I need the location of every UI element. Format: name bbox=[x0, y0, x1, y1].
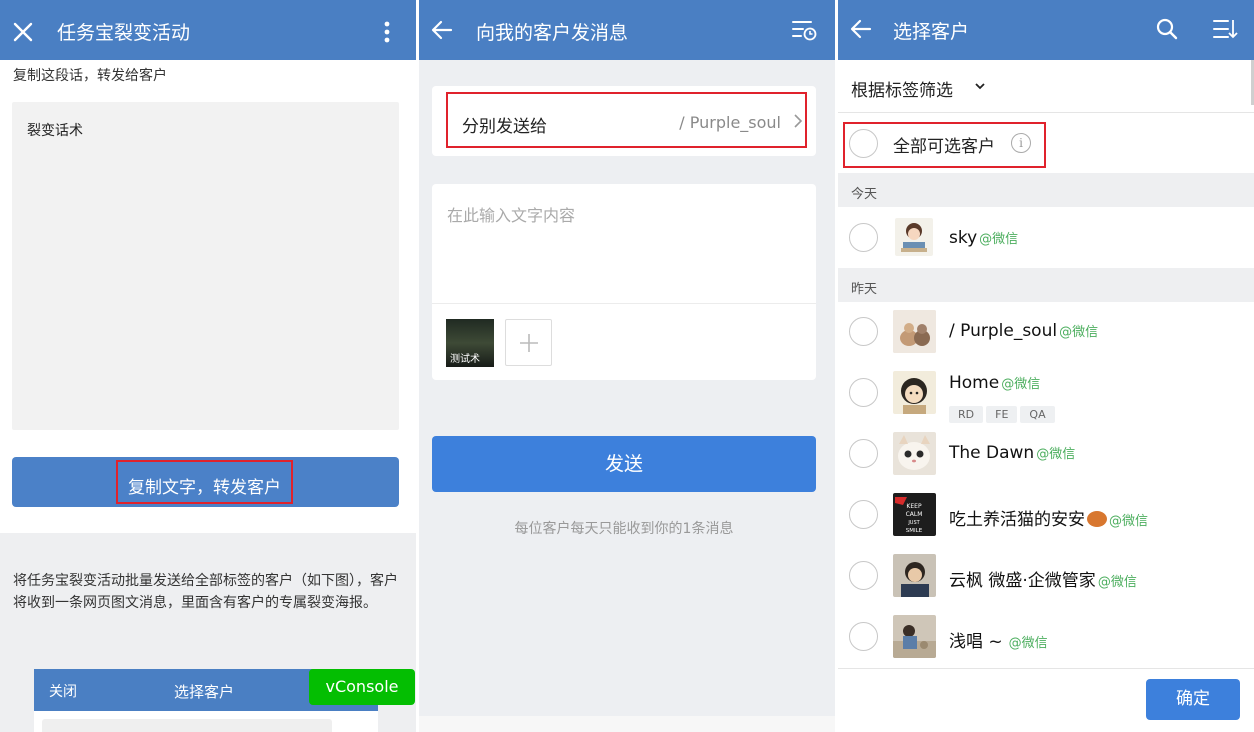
customer-checkbox[interactable] bbox=[849, 500, 878, 529]
svg-text:JUST: JUST bbox=[907, 520, 920, 526]
wechat-label: @微信 bbox=[979, 232, 1019, 247]
chevron-down-icon bbox=[975, 83, 985, 90]
customer-checkbox[interactable] bbox=[849, 223, 878, 252]
chevron-right-icon bbox=[794, 114, 803, 128]
footer-bar: 确定 bbox=[838, 668, 1254, 732]
tag-filter-label: 根据标签筛选 bbox=[851, 81, 953, 101]
schedule-list-icon[interactable] bbox=[791, 19, 817, 41]
avatar bbox=[893, 432, 936, 475]
page-title: 任务宝裂变活动 bbox=[57, 22, 191, 44]
tag: RD bbox=[949, 406, 984, 423]
svg-text:KEEP: KEEP bbox=[906, 503, 922, 510]
send-message-panel: 向我的客户发消息 分别发送给 / Purple_soul 在此输入文字内容 测试… bbox=[419, 0, 835, 732]
thumbnail-caption: 测试术 bbox=[450, 354, 480, 365]
customer-row[interactable]: KEEP CALM JUST SMILE 吃土养活猫的安安 @微信 bbox=[838, 485, 1254, 546]
wechat-label: @微信 bbox=[1001, 377, 1041, 392]
tag-filter[interactable]: 根据标签筛选 bbox=[838, 60, 1254, 113]
customer-name: The Dawn @微信 bbox=[949, 443, 1076, 463]
select-all-checkbox[interactable] bbox=[849, 129, 878, 158]
customer-checkbox[interactable] bbox=[849, 561, 878, 590]
info-icon[interactable]: i bbox=[1011, 133, 1031, 153]
customer-row[interactable]: 云枫 微盛·企微管家 @微信 bbox=[838, 546, 1254, 607]
customer-name: Home @微信 bbox=[949, 373, 1041, 393]
customer-checkbox[interactable] bbox=[849, 378, 878, 407]
customer-tags: RD FE QA bbox=[949, 403, 1058, 423]
recipient-value: / Purple_soul bbox=[679, 113, 781, 132]
avatar bbox=[895, 218, 933, 256]
tag: FE bbox=[986, 406, 1018, 423]
recipient-label: 分别发送给 bbox=[462, 117, 547, 137]
customer-row[interactable]: 浅唱 ~ @微信 bbox=[838, 607, 1254, 668]
bottom-strip bbox=[419, 716, 835, 732]
header-bar: 任务宝裂变活动 bbox=[0, 0, 416, 60]
section-label: 今天 bbox=[851, 187, 878, 202]
svg-text:SMILE: SMILE bbox=[906, 528, 923, 534]
send-button[interactable]: 发送 bbox=[432, 436, 816, 492]
copy-forward-label: 复制文字，转发客户 bbox=[128, 478, 281, 498]
section-label: 昨天 bbox=[851, 282, 878, 297]
divider bbox=[432, 303, 816, 304]
copy-hint: 复制这段话，转发给客户 bbox=[13, 68, 167, 84]
customer-name: sky @微信 bbox=[949, 228, 1019, 248]
wechat-label: @微信 bbox=[1059, 325, 1099, 340]
customer-row[interactable]: The Dawn @微信 bbox=[838, 424, 1254, 485]
wechat-label: @微信 bbox=[1008, 636, 1048, 651]
customer-checkbox[interactable] bbox=[849, 439, 878, 468]
header-bar: 向我的客户发消息 bbox=[419, 0, 835, 60]
customer-name: 云枫 微盛·企微管家 @微信 bbox=[949, 571, 1137, 591]
message-composer: 在此输入文字内容 测试术 bbox=[432, 184, 816, 380]
select-customers-panel: 选择客户 根据标签筛选 全部可选客户 i 今天 sky @微信 昨天 / Pur… bbox=[838, 0, 1254, 732]
fission-activity-panel: 任务宝裂变活动 复制这段话，转发给客户 裂变话术 复制文字，转发客户 将任务宝裂… bbox=[0, 0, 416, 732]
close-icon[interactable] bbox=[13, 22, 33, 42]
wechat-label: @微信 bbox=[1097, 575, 1137, 590]
select-all-label: 全部可选客户 bbox=[893, 137, 995, 157]
customer-name: / Purple_soul @微信 bbox=[949, 321, 1099, 341]
script-textarea[interactable]: 裂变话术 bbox=[12, 102, 399, 430]
preview-search bbox=[42, 719, 332, 732]
avatar bbox=[893, 310, 936, 353]
page-title: 向我的客户发消息 bbox=[476, 22, 629, 44]
customer-name: 浅唱 ~ @微信 bbox=[949, 632, 1048, 652]
page-title: 选择客户 bbox=[893, 21, 970, 43]
preview-close-label: 关闭 bbox=[49, 684, 77, 700]
description-text: 将任务宝裂变活动批量发送给全部标签的客户（如下图），客户将收到一条网页图文消息，… bbox=[13, 573, 398, 611]
back-arrow-icon[interactable] bbox=[431, 20, 453, 40]
customer-row[interactable]: sky @微信 bbox=[838, 207, 1254, 268]
avatar bbox=[893, 615, 936, 658]
section-header-today: 今天 bbox=[838, 173, 1254, 209]
avatar: KEEP CALM JUST SMILE bbox=[893, 493, 936, 536]
basketball-emoji-icon bbox=[1087, 511, 1107, 527]
header-bar: 选择客户 bbox=[838, 0, 1254, 60]
search-icon[interactable] bbox=[1156, 18, 1178, 40]
wechat-label: @微信 bbox=[1036, 447, 1076, 462]
limit-note: 每位客户每天只能收到你的1条消息 bbox=[514, 521, 734, 537]
more-vertical-icon[interactable] bbox=[383, 20, 391, 44]
recipient-row[interactable]: 分别发送给 / Purple_soul bbox=[432, 86, 816, 156]
customer-checkbox[interactable] bbox=[849, 622, 878, 651]
customer-row[interactable]: Home @微信 RD FE QA bbox=[838, 363, 1254, 424]
sort-list-icon[interactable] bbox=[1212, 18, 1238, 40]
wechat-label: @微信 bbox=[1109, 514, 1149, 529]
avatar bbox=[893, 554, 936, 597]
textarea-content: 裂变话术 bbox=[27, 123, 83, 139]
customer-checkbox[interactable] bbox=[849, 317, 878, 346]
vconsole-button[interactable]: vConsole bbox=[309, 669, 415, 705]
section-header-yesterday: 昨天 bbox=[838, 268, 1254, 304]
add-attachment-button[interactable] bbox=[505, 319, 552, 366]
highlight-box: 分别发送给 / Purple_soul bbox=[446, 92, 807, 148]
select-all-row[interactable]: 全部可选客户 i bbox=[838, 113, 1254, 173]
preview-title: 选择客户 bbox=[174, 683, 235, 701]
confirm-button[interactable]: 确定 bbox=[1146, 679, 1240, 720]
copy-forward-button[interactable]: 复制文字，转发客户 bbox=[12, 457, 399, 507]
avatar bbox=[893, 371, 936, 414]
svg-text:CALM: CALM bbox=[906, 511, 923, 518]
tag: QA bbox=[1020, 406, 1055, 423]
customer-name: 吃土养活猫的安安 @微信 bbox=[949, 510, 1149, 530]
back-arrow-icon[interactable] bbox=[850, 19, 872, 39]
highlight-box: 复制文字，转发客户 bbox=[116, 460, 293, 504]
plus-icon bbox=[520, 334, 538, 352]
customer-row[interactable]: / Purple_soul @微信 bbox=[838, 302, 1254, 363]
attachment-thumbnail[interactable]: 测试术 bbox=[446, 319, 494, 367]
message-input[interactable]: 在此输入文字内容 bbox=[447, 202, 575, 226]
